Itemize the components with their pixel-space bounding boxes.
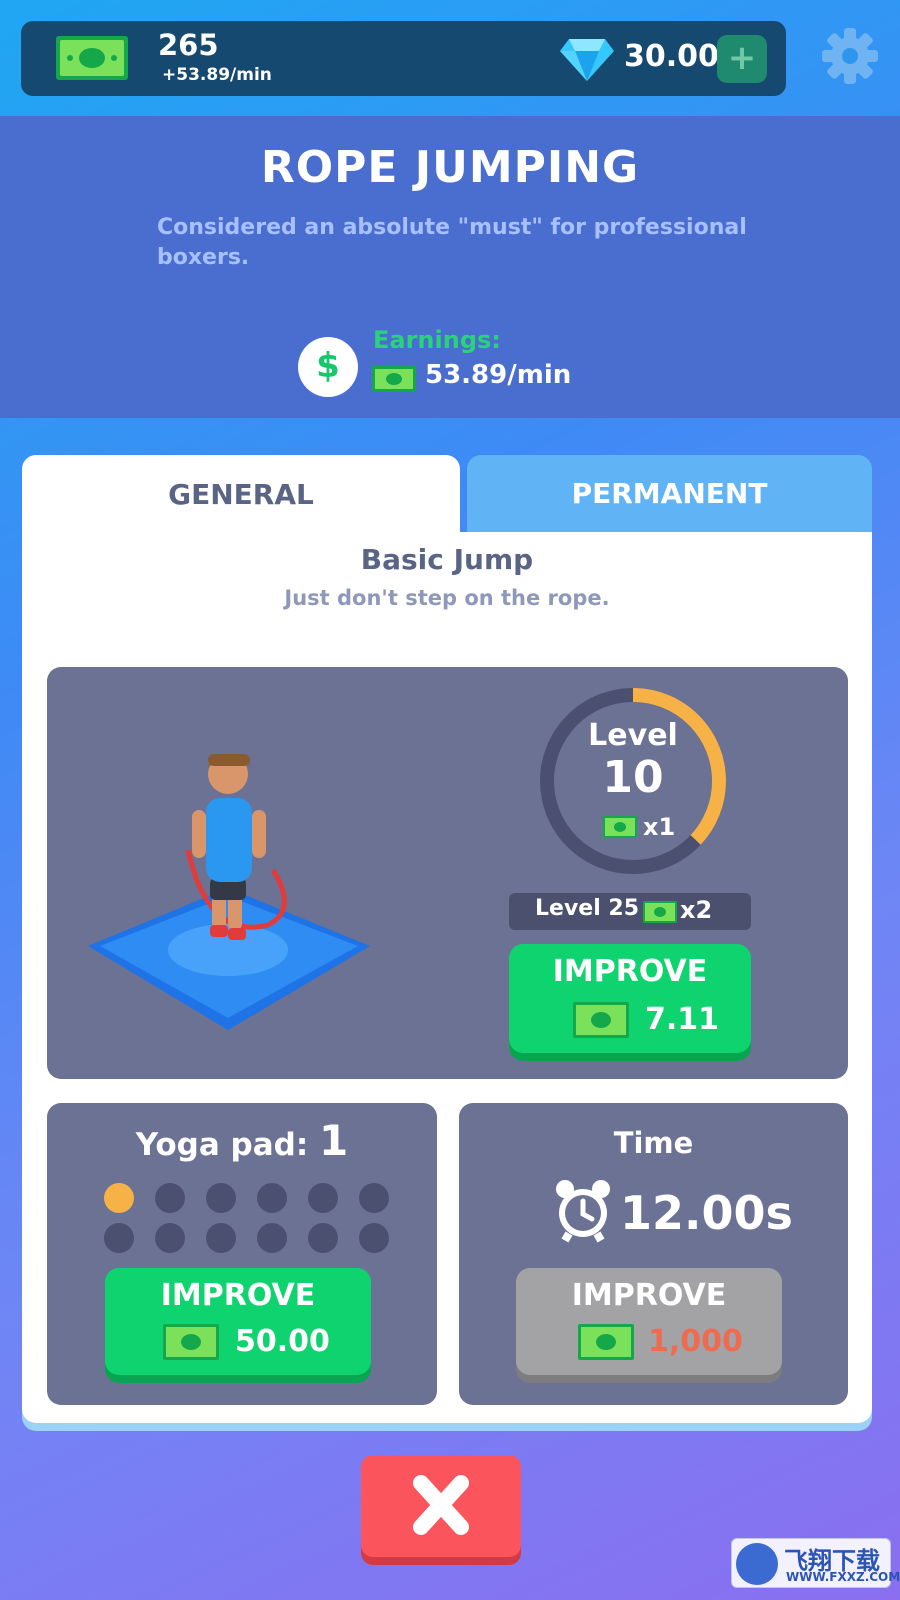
next-level-multiplier: x2 (680, 896, 713, 924)
settings-gear-icon[interactable] (822, 26, 878, 86)
level-dot-empty (206, 1183, 236, 1213)
yoga-pad-label: Yoga pad: (135, 1127, 309, 1163)
cash-rate: +53.89/min (162, 65, 272, 85)
page-title: ROPE JUMPING (260, 142, 640, 193)
tab-permanent[interactable]: PERMANENT (467, 455, 872, 532)
yoga-pad-level-dots (104, 1183, 394, 1273)
yoga-pad-value: 1 (319, 1116, 349, 1165)
improve-time-button[interactable]: IMPROVE 1,000 (516, 1268, 782, 1375)
cash-icon (643, 901, 677, 923)
improve-label: IMPROVE (571, 1278, 727, 1313)
improve-price: 1,000 (648, 1324, 743, 1359)
skill-description: Just don't step on the rope. (284, 586, 610, 610)
level-dot-empty (359, 1183, 389, 1213)
gem-icon (560, 39, 614, 81)
level-dot-empty (257, 1183, 287, 1213)
skill-name: Basic Jump (360, 543, 534, 576)
time-value: 12.00s (620, 1186, 793, 1240)
tab-general[interactable]: GENERAL (22, 455, 460, 535)
gem-amount: 30.00 (624, 39, 719, 74)
close-button[interactable] (361, 1455, 521, 1557)
next-level-label: Level 25 (535, 896, 640, 921)
improve-price: 7.11 (645, 1002, 720, 1037)
dollar-icon: $ (298, 337, 358, 397)
next-level-bonus: Level 25 x2 (509, 893, 751, 930)
level-dot-filled (104, 1183, 134, 1213)
level-dot-empty (308, 1183, 338, 1213)
cash-icon (573, 1002, 629, 1038)
watermark: 飞翔下载 WWW.FXXZ.COM (731, 1538, 900, 1588)
improve-yoga-pad-button[interactable]: IMPROVE 50.00 (105, 1268, 371, 1375)
level-dot-empty (155, 1183, 185, 1213)
improve-skill-button[interactable]: IMPROVE 7.11 (509, 944, 751, 1053)
improve-label: IMPROVE (160, 1278, 316, 1313)
cash-amount: 265 (158, 28, 219, 62)
add-gems-button[interactable]: + (717, 35, 767, 83)
cash-icon (56, 36, 128, 80)
cash-icon (603, 816, 637, 838)
level-label: Level (588, 718, 678, 753)
cash-icon (372, 366, 416, 392)
yoga-pad-title: Yoga pad: 1 (47, 1116, 437, 1165)
activity-description: Considered an absolute "must" for profes… (157, 215, 747, 270)
watermark-url: WWW.FXXZ.COM (786, 1570, 900, 1584)
level-value: 10 (602, 752, 664, 803)
rope-jumper-figure (88, 754, 370, 1030)
level-dot-empty (155, 1223, 185, 1253)
level-dot-empty (359, 1223, 389, 1253)
cash-icon (578, 1324, 634, 1360)
improve-price: 50.00 (235, 1324, 330, 1359)
top-bar: 265 +53.89/min 30.00 + (21, 21, 786, 96)
time-title: Time (613, 1126, 694, 1160)
earnings-label: Earnings: (373, 326, 501, 354)
earnings-value: 53.89/min (425, 360, 572, 390)
watermark-logo (736, 1543, 778, 1585)
level-multiplier: x1 (603, 813, 703, 841)
level-dot-empty (206, 1223, 236, 1253)
alarm-clock-icon (556, 1180, 610, 1243)
close-icon (413, 1475, 469, 1535)
cash-icon (163, 1324, 219, 1360)
level-dot-empty (257, 1223, 287, 1253)
level-dot-empty (308, 1223, 338, 1253)
level-multiplier-value: x1 (643, 813, 676, 841)
level-dot-empty (104, 1223, 134, 1253)
improve-label: IMPROVE (552, 954, 708, 989)
